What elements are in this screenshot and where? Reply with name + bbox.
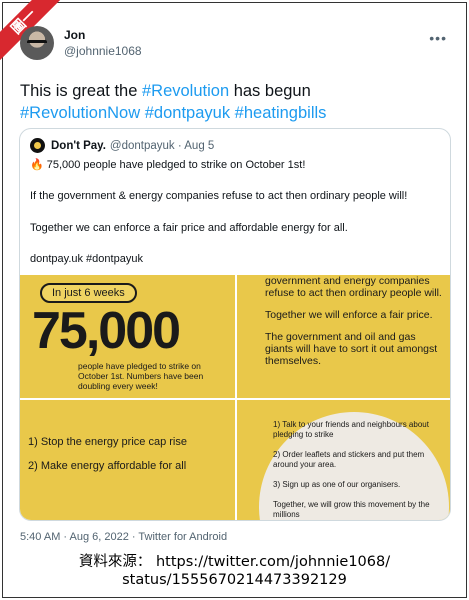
hashtag-link[interactable]: #dontpayuk — [145, 104, 230, 122]
panel2-para-2: Together we will enforce a fair price. — [265, 309, 433, 321]
panel2-text: government and energy companies refuse t… — [265, 275, 443, 377]
panel4-text: 1) Talk to your friends and neighbours a… — [273, 420, 433, 520]
quoted-line-1: 🔥 75,000 people have pledged to strike on… — [30, 158, 305, 172]
quoted-line-3: Together we can enforce a fair price and… — [30, 222, 348, 234]
quoted-header: Don't Pay. @dontpayuk · Aug 5 — [30, 138, 214, 153]
panel1-caption: people have pledged to strike on October… — [78, 361, 204, 391]
image-panel-3[interactable]: 1) Stop the energy price cap rise 2) Mak… — [20, 400, 235, 520]
hashtag-link[interactable]: #Revolution — [142, 82, 229, 100]
panel1-pill: In just 6 weeks — [40, 283, 137, 303]
source-credit-line-2: status/1555670214473392129 — [122, 572, 347, 588]
tweet-text-mid: has begun — [229, 82, 311, 100]
quoted-line-1-text: 75,000 people have pledged to strike on … — [46, 159, 306, 171]
source-credit: 資料來源： https://twitter.com/johnnie1068/ s… — [0, 553, 469, 589]
panel3-item-2: 2) Make energy affordable for all — [28, 460, 187, 472]
quoted-tweet[interactable]: Don't Pay. @dontpayuk · Aug 5 🔥 75,000 pe… — [19, 128, 451, 521]
quoted-line-2: If the government & energy companies ref… — [30, 190, 408, 202]
panel4-item-3: 3) Sign up as one of our organisers. — [273, 480, 401, 489]
quoted-name: Don't Pay. — [51, 139, 106, 152]
panel3-text: 1) Stop the energy price cap rise 2) Mak… — [28, 430, 187, 478]
tweet-header: Jon @johnnie1068 — [20, 26, 142, 60]
tweet-text: This is great the #Revolution has begun … — [20, 80, 450, 124]
image-panel-2[interactable]: government and energy companies refuse t… — [237, 275, 450, 398]
author-handle[interactable]: @johnnie1068 — [64, 44, 142, 58]
hashtag-link[interactable]: #heatingbills — [235, 104, 327, 122]
panel4-item-2: 2) Order leaflets and stickers and put t… — [273, 450, 425, 469]
hashtag-link[interactable]: #RevolutionNow — [20, 104, 140, 122]
source-credit-line-1: 資料來源： https://twitter.com/johnnie1068/ — [78, 554, 391, 570]
author-info: Jon @johnnie1068 — [64, 28, 142, 58]
image-panel-1[interactable]: In just 6 weeks 75,000 people have pledg… — [20, 275, 235, 398]
tweet-text-prefix: This is great the — [20, 82, 142, 100]
image-panel-4[interactable]: 1) Talk to your friends and neighbours a… — [237, 400, 450, 520]
panel3-item-1: 1) Stop the energy price cap rise — [28, 436, 187, 448]
panel2-para-1: government and energy companies refuse t… — [265, 275, 442, 299]
panel1-big-number: 75,000 — [32, 302, 181, 360]
image-grid: In just 6 weeks 75,000 people have pledg… — [20, 275, 450, 520]
more-horizontal-icon[interactable]: ••• — [429, 30, 447, 46]
fire-icon: 🔥 — [30, 159, 44, 171]
quoted-line-4: dontpay.uk #dontpayuk — [30, 253, 143, 265]
quoted-handle: @dontpayuk — [109, 139, 175, 152]
quoted-avatar — [30, 138, 45, 153]
author-name[interactable]: Jon — [64, 28, 142, 42]
panel4-item-4: Together, we will grow this movement by … — [273, 500, 430, 519]
panel4-item-1: 1) Talk to your friends and neighbours a… — [273, 420, 429, 439]
tweet-timestamp[interactable]: 5:40 AM · Aug 6, 2022 · Twitter for Andr… — [20, 531, 227, 543]
panel2-para-3: The government and oil and gas giants wi… — [265, 331, 438, 367]
avatar[interactable] — [20, 26, 54, 60]
quoted-date: · Aug 5 — [177, 139, 215, 152]
